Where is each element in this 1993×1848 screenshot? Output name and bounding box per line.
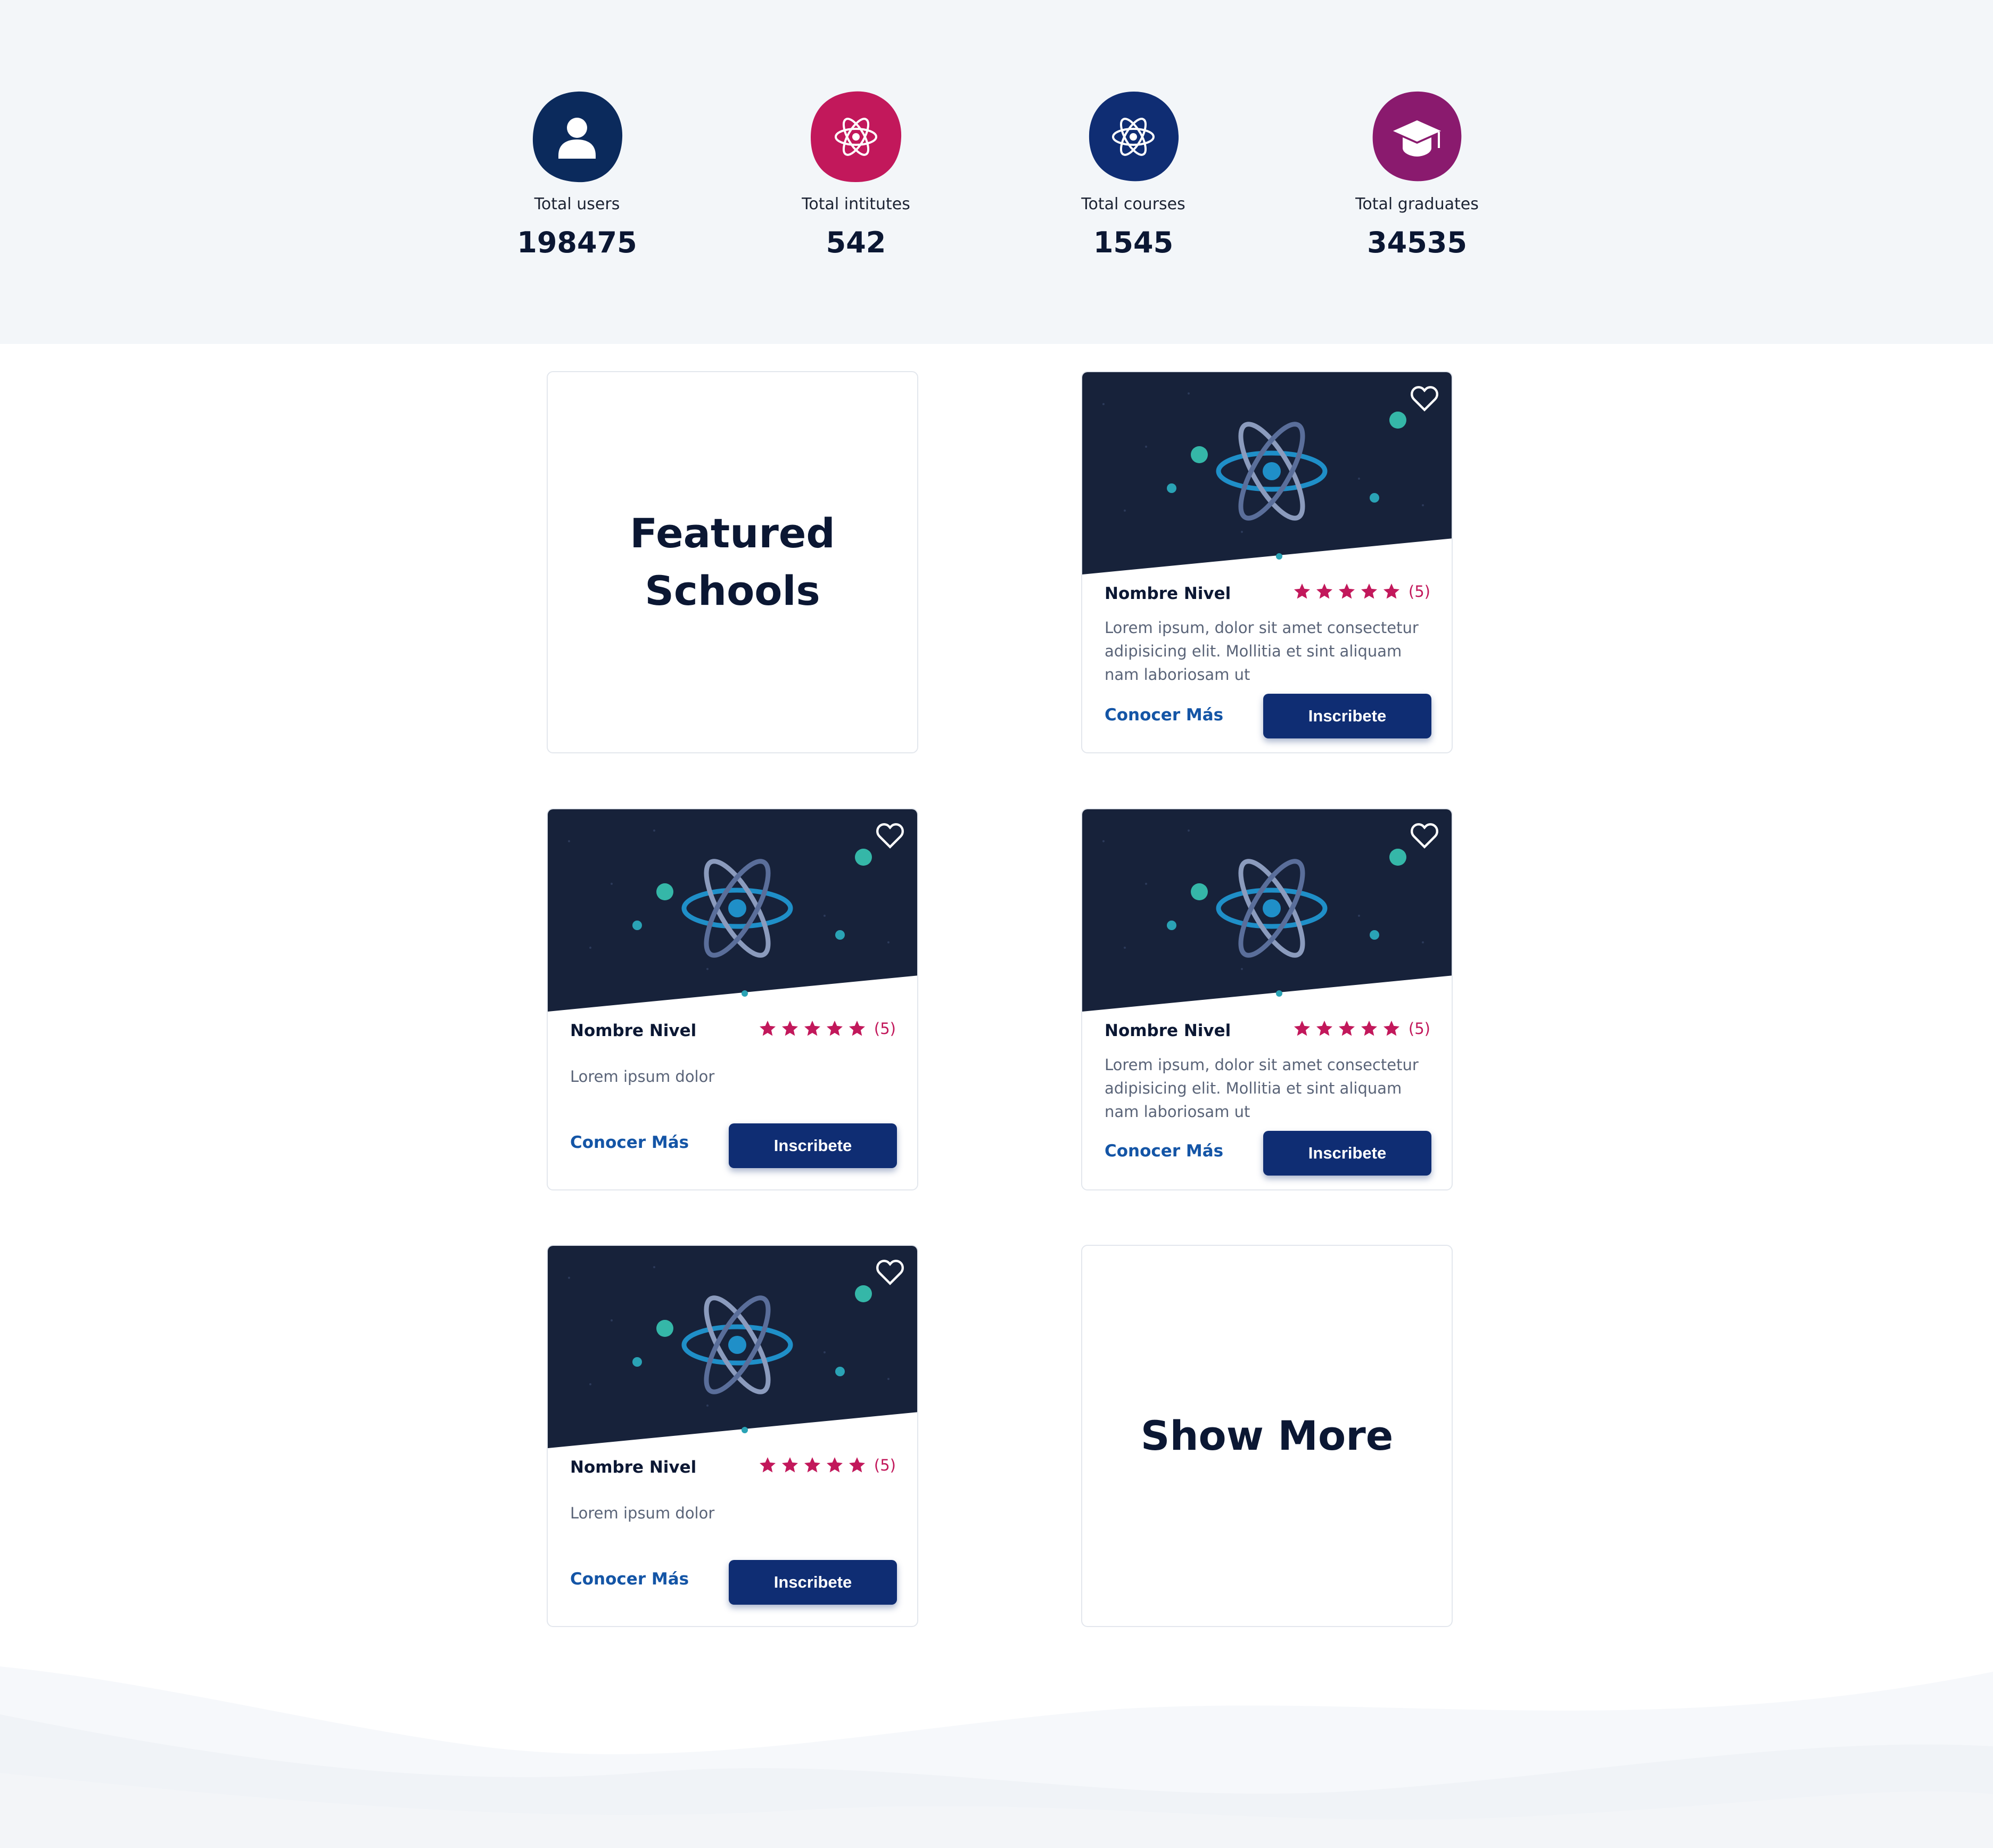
course-description: Lorem ipsum, dolor sit amet consectetur … xyxy=(1105,619,1419,684)
star-icon xyxy=(825,1456,844,1475)
featured-schools-card: Featured Schools xyxy=(547,371,918,753)
atom-icon xyxy=(808,88,904,185)
user-icon xyxy=(529,88,625,185)
enroll-button[interactable]: Inscribete xyxy=(729,1560,897,1605)
star-icon xyxy=(1382,1019,1401,1038)
decorative-waves xyxy=(0,1650,1993,1848)
enroll-button[interactable]: Inscribete xyxy=(1263,1131,1431,1176)
rating: (5) xyxy=(1292,581,1430,602)
course-card[interactable]: Nombre Nivel (5) Lorem ipsum, dolor sit … xyxy=(1081,808,1453,1190)
course-title: Nombre Nivel xyxy=(1105,1021,1231,1040)
rating-count: (5) xyxy=(874,1020,896,1038)
course-image xyxy=(1082,809,1452,1012)
rating-count: (5) xyxy=(1408,582,1430,601)
star-icon xyxy=(847,1019,867,1038)
favorite-heart-icon[interactable] xyxy=(1409,383,1440,414)
star-icon xyxy=(1360,1019,1379,1038)
rating: (5) xyxy=(758,1018,896,1039)
stat-value: 198475 xyxy=(517,226,637,259)
star-icon xyxy=(1315,1019,1334,1038)
favorite-heart-icon[interactable] xyxy=(875,1256,905,1287)
stat-value: 1545 xyxy=(1093,226,1174,259)
enroll-button[interactable]: Inscribete xyxy=(729,1123,897,1168)
course-card[interactable]: Nombre Nivel (5) Lorem ipsum dolor Conoc… xyxy=(547,808,918,1190)
star-icon xyxy=(825,1019,844,1038)
graduation-cap-icon xyxy=(1369,88,1465,185)
course-description: Lorem ipsum, dolor sit amet consectetur … xyxy=(1105,1056,1419,1121)
stat-label: Total graduates xyxy=(1355,195,1479,213)
title-line: Schools xyxy=(645,567,820,614)
star-icon xyxy=(847,1456,867,1475)
stat-label: Total intitutes xyxy=(802,195,910,213)
stat-value: 542 xyxy=(826,226,886,259)
star-icon xyxy=(1360,582,1379,601)
star-icon xyxy=(1315,582,1334,601)
course-card[interactable]: Nombre Nivel (5) Lorem ipsum, dolor sit … xyxy=(1081,371,1453,753)
stat-value: 34535 xyxy=(1367,226,1467,259)
enroll-button[interactable]: Inscribete xyxy=(1263,694,1431,738)
rating: (5) xyxy=(1292,1018,1430,1039)
favorite-heart-icon[interactable] xyxy=(875,820,905,851)
star-icon xyxy=(803,1019,822,1038)
course-image xyxy=(548,809,917,1012)
stats-section: Total users 198475 Total intitutes 542 T… xyxy=(0,0,1993,344)
learn-more-link[interactable]: Conocer Más xyxy=(1105,1141,1223,1161)
learn-more-link[interactable]: Conocer Más xyxy=(570,1133,689,1152)
favorite-heart-icon[interactable] xyxy=(1409,820,1440,851)
star-icon xyxy=(803,1456,822,1475)
star-icon xyxy=(1382,582,1401,601)
star-icon xyxy=(1337,1019,1356,1038)
star-icon xyxy=(780,1456,800,1475)
show-more-label[interactable]: Show More xyxy=(1082,1246,1452,1626)
learn-more-link[interactable]: Conocer Más xyxy=(570,1570,689,1589)
star-icon xyxy=(1292,582,1312,601)
stat-label: Total courses xyxy=(1081,195,1185,213)
rating-count: (5) xyxy=(874,1456,896,1474)
course-description: Lorem ipsum dolor xyxy=(570,1504,715,1522)
course-card[interactable]: Nombre Nivel (5) Lorem ipsum dolor Conoc… xyxy=(547,1245,918,1627)
star-icon xyxy=(1292,1019,1312,1038)
rating: (5) xyxy=(758,1455,896,1476)
course-title: Nombre Nivel xyxy=(1105,584,1231,603)
star-icon xyxy=(758,1456,777,1475)
course-image xyxy=(548,1246,917,1448)
course-description: Lorem ipsum dolor xyxy=(570,1067,715,1086)
star-icon xyxy=(758,1019,777,1038)
section-title: Featured Schools xyxy=(548,372,917,752)
star-icon xyxy=(780,1019,800,1038)
show-more-card[interactable]: Show More xyxy=(1081,1245,1453,1627)
course-image xyxy=(1082,372,1452,574)
course-title: Nombre Nivel xyxy=(570,1021,697,1040)
atom-icon xyxy=(1085,88,1182,185)
learn-more-link[interactable]: Conocer Más xyxy=(1105,705,1223,725)
star-icon xyxy=(1337,582,1356,601)
stat-label: Total users xyxy=(534,195,620,213)
rating-count: (5) xyxy=(1408,1020,1430,1038)
course-title: Nombre Nivel xyxy=(570,1458,697,1477)
title-line: Featured xyxy=(630,510,835,557)
